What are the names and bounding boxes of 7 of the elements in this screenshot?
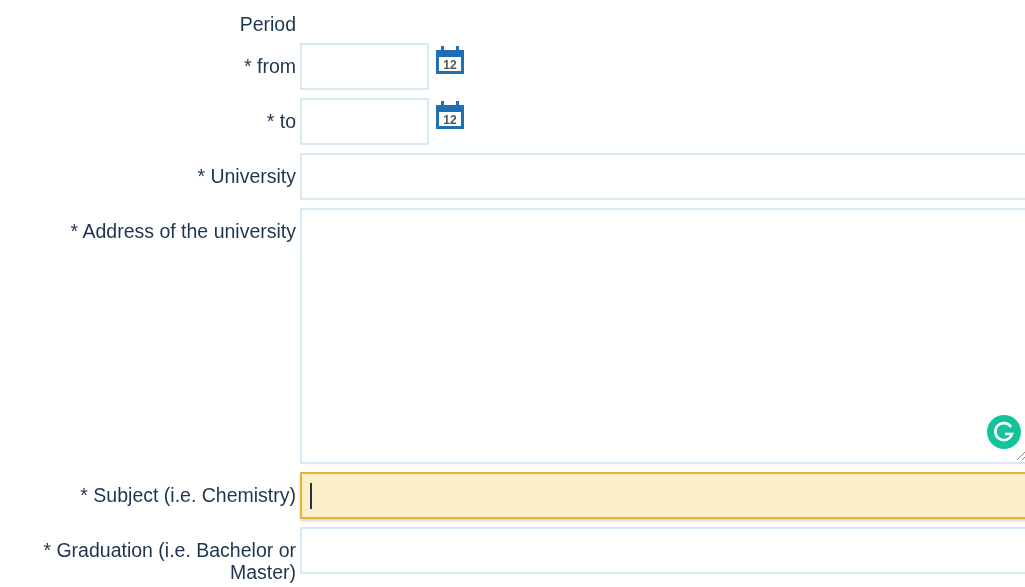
field-label: * Subject (i.e. Chemistry): [79, 483, 296, 508]
field-label: * Graduation (i.e. Bachelor or Master): [42, 538, 296, 583]
field-label: * from: [243, 54, 296, 79]
section-heading: Period: [238, 13, 296, 35]
field-label: * to: [265, 109, 296, 134]
field-label: * Address of the university: [69, 219, 296, 244]
field-label: * University: [196, 164, 296, 189]
